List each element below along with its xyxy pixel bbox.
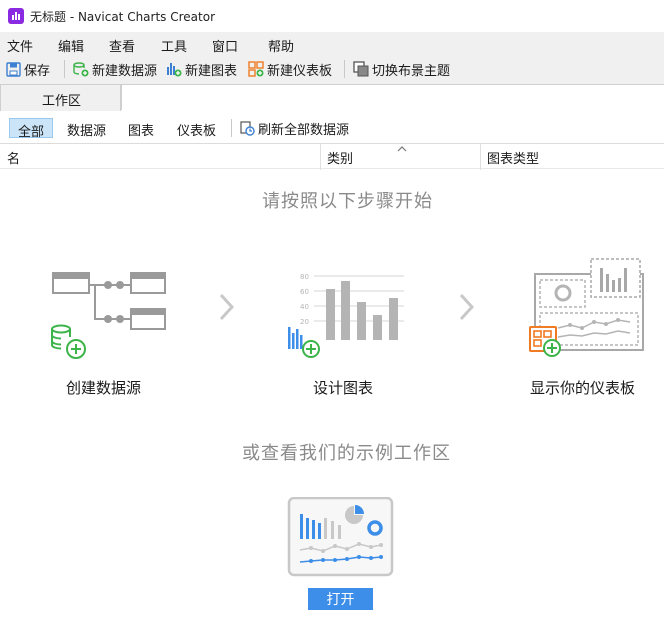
menu-file[interactable]: 文件 [7, 36, 33, 55]
filter-dashboard[interactable]: 仪表板 [169, 118, 224, 139]
new-dashboard-label: 新建仪表板 [267, 63, 333, 79]
step-show-dashboard: 显示你的仪表板 [530, 379, 636, 397]
sort-ascending-icon [397, 146, 407, 152]
save-button[interactable]: 保存 [6, 60, 51, 79]
column-chart-type[interactable]: 图表类型 [487, 148, 539, 167]
filter-all[interactable]: 全部 [9, 118, 54, 140]
toolbar: 保存 新建数据源 新建图表 新建仪表板 切换布景主题 [0, 56, 664, 82]
step-create-datasource: 创建数据源 [66, 379, 142, 397]
axis-tick-label: 80 [300, 273, 309, 281]
title-bar: 无标题 - Navicat Charts Creator [0, 0, 664, 32]
filter-chart[interactable]: 图表 [120, 118, 162, 139]
tab-workspace[interactable]: 工作区 [0, 84, 121, 111]
axis-tick-label: 60 [300, 288, 309, 296]
example-workspace-icon[interactable] [287, 497, 394, 577]
new-chart-button[interactable]: 新建图表 [166, 60, 238, 79]
refresh-all-button[interactable]: 刷新全部数据源 [239, 119, 350, 138]
open-example-button[interactable]: 打开 [308, 588, 373, 610]
column-divider[interactable] [320, 144, 321, 170]
dashboard-illustration-icon [529, 258, 644, 357]
tab-strip: 工作区 [0, 82, 664, 111]
save-icon [6, 61, 21, 77]
filter-separator [231, 119, 232, 137]
column-divider[interactable] [480, 144, 481, 170]
datasource-illustration-icon [51, 272, 166, 359]
new-datasource-button[interactable]: 新建数据源 [73, 60, 158, 79]
chart-icon [167, 63, 182, 77]
column-name[interactable]: 名 [7, 148, 20, 167]
theme-icon [353, 61, 369, 77]
menu-view[interactable]: 查看 [109, 36, 135, 55]
tab-workspace-label: 工作区 [42, 94, 82, 109]
filter-datasource[interactable]: 数据源 [59, 118, 114, 139]
axis-tick-label: 40 [300, 303, 309, 311]
switch-theme-label: 切换布景主题 [372, 63, 451, 79]
refresh-icon [240, 121, 255, 136]
start-heading: 请按照以下步骤开始 [262, 191, 433, 212]
save-label: 保存 [24, 63, 51, 79]
tab-area-empty [121, 84, 664, 110]
menu-window[interactable]: 窗口 [212, 36, 238, 55]
chevron-right-icon [219, 293, 235, 321]
refresh-all-label: 刷新全部数据源 [258, 122, 350, 138]
example-heading: 或查看我们的示例工作区 [242, 443, 451, 464]
new-dashboard-button[interactable]: 新建仪表板 [248, 60, 333, 79]
chevron-right-icon [459, 293, 475, 321]
new-chart-label: 新建图表 [185, 63, 238, 79]
switch-theme-button[interactable]: 切换布景主题 [353, 60, 451, 79]
column-category[interactable]: 类别 [327, 148, 353, 167]
menu-tools[interactable]: 工具 [161, 36, 187, 55]
datasource-icon [73, 62, 89, 77]
app-icon [8, 8, 24, 24]
axis-tick-label: 20 [300, 318, 309, 326]
menu-bar: 文件 编辑 查看 工具 窗口 帮助 [0, 32, 664, 56]
menu-help[interactable]: 帮助 [268, 36, 294, 55]
chart-illustration-icon: 80 60 40 20 [288, 273, 404, 358]
list-column-header: 名 类别 图表类型 [0, 143, 664, 170]
toolbar-separator [344, 60, 345, 78]
step-design-chart: 设计图表 [313, 379, 374, 397]
filter-bar: 全部 数据源 图表 仪表板 刷新全部数据源 [0, 111, 664, 143]
new-datasource-label: 新建数据源 [92, 63, 158, 79]
menu-edit[interactable]: 编辑 [58, 36, 84, 55]
dashboard-icon [248, 61, 264, 77]
toolbar-separator [64, 60, 65, 78]
window-title: 无标题 - Navicat Charts Creator [30, 10, 216, 24]
